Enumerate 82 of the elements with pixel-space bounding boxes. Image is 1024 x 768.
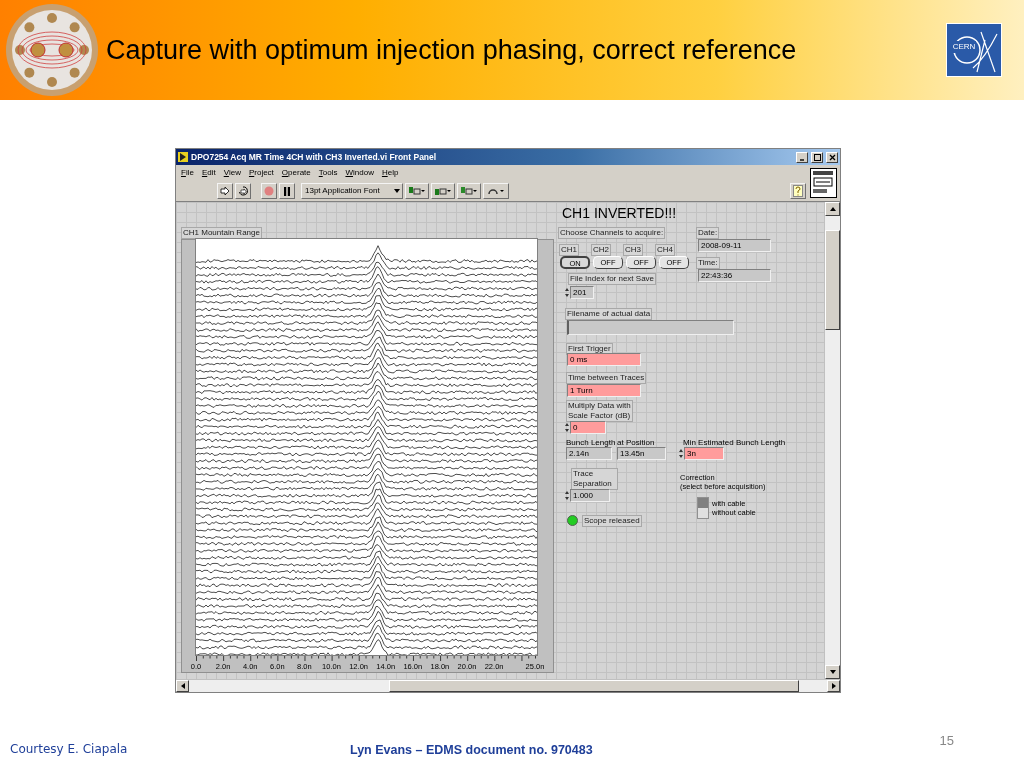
minimize-button[interactable] [796,151,808,163]
menu-item[interactable]: Operate [281,167,311,179]
control-label: CH3 [623,244,643,256]
reorder-icon [487,186,505,196]
control-label: Date: [696,227,720,239]
horizontal-scrollbar[interactable] [176,679,840,692]
control-label: Time: [696,257,720,269]
vi-icon [810,168,837,198]
align-objects-button[interactable] [405,183,429,199]
resize-objects-icon [460,186,478,196]
control-label: Scope released [582,515,642,527]
logo-text: CERN [951,41,977,53]
help-icon [793,185,803,197]
vertical-scrollbar[interactable] [824,202,840,679]
filename-field[interactable] [567,320,734,335]
scroll-right-icon[interactable] [831,683,836,689]
caret-icon [394,189,400,193]
control-label: Filename of actual data [565,308,653,320]
control-label: CH4 [655,244,675,256]
spinner-arrows-icon[interactable] [565,490,569,501]
maximize-icon [813,153,821,161]
menu-item[interactable]: Window [345,167,374,179]
spinner-arrows-icon[interactable] [679,448,683,459]
menu-item[interactable]: Tools [318,167,338,179]
distribute-objects-button[interactable] [431,183,455,199]
control-label: File Index for next Save [568,273,657,285]
pause-button[interactable] [279,183,295,199]
control-label: Multiply Data with Scale Factor (dB) [566,400,633,422]
pause-icon [283,186,291,196]
close-icon [828,153,836,161]
control-label: Time between Traces [566,372,647,384]
menu-item[interactable]: Project [248,167,274,179]
scroll-up-icon[interactable] [829,207,836,211]
control-label: Min Estimated Bunch Length [683,438,786,447]
scrollbar-thumb[interactable] [825,230,840,330]
spinner-arrows-icon[interactable] [565,287,569,298]
numeric-field[interactable]: 201 [570,286,594,299]
menu-item[interactable]: Help [381,167,399,179]
numeric-field[interactable]: 3n [684,447,724,460]
spinner-arrows-icon[interactable] [565,422,569,433]
footer-reference: Lyn Evans – EDMS document no. 970483 [350,742,593,760]
slide-title: Capture with optimum injection phasing, correct reference [106,33,797,67]
menu-item[interactable]: File [181,167,194,179]
font-dropdown[interactable]: 13pt Application Font [301,183,403,199]
run-continuously-icon [237,185,249,197]
distribute-objects-icon [434,186,452,196]
reorder-button[interactable] [483,183,509,199]
control-label: at Position [617,438,655,447]
help-button[interactable] [790,183,806,199]
panel-heading: CH1 INVERTED!!! [562,205,677,221]
close-button[interactable] [826,151,838,163]
control-label: CH2 [591,244,611,256]
run-continuously-button[interactable] [235,183,251,199]
window-title: DPO7254 Acq MR Time 4CH with CH3 Inverted.vi Front Panel [191,150,437,164]
value-field[interactable]: 1 Turn [567,384,641,397]
control-label: Bunch Length [566,438,616,447]
run-arrow-icon [178,152,188,162]
menu-item[interactable]: Edit [201,167,216,179]
scrollbar-thumb[interactable] [389,680,799,692]
scroll-down-icon[interactable] [829,670,836,674]
control-label: CH1 [559,244,579,256]
scroll-left-icon[interactable] [180,683,185,689]
time-field[interactable]: 22:43:36 [698,269,771,282]
indicator-field[interactable]: 13.45n [617,447,666,460]
value-field[interactable]: 0 ms [567,353,641,366]
menu-item[interactable]: View [223,167,241,179]
indicator-field[interactable]: 2.14n [566,447,612,460]
numeric-field[interactable]: 0 [570,421,606,434]
footer-credit: Courtesy E. Ciapala [10,741,129,758]
control-label: Choose Channels to acquire: [558,227,666,239]
run-icon [220,186,230,196]
abort-icon [264,186,274,196]
abort-button[interactable] [261,183,277,199]
control-label: Trace Separation [571,468,618,490]
resize-objects-button[interactable] [457,183,481,199]
numeric-field[interactable]: 1.000 [570,489,610,502]
align-objects-icon [408,186,426,196]
date-field[interactable]: 2008-09-11 [698,239,771,252]
run-button[interactable] [217,183,233,199]
page-number: 15 [939,731,954,750]
maximize-button[interactable] [811,151,823,163]
graph-label: CH1 Mountain Range [181,227,262,239]
